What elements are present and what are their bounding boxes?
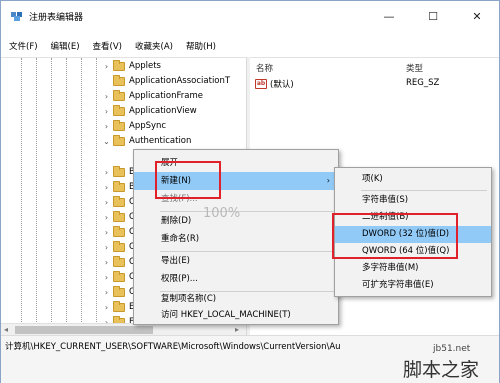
folder-icon (113, 226, 125, 237)
menu-help[interactable]: 帮助(H) (178, 39, 221, 55)
sub-key[interactable]: 项(K) (335, 171, 491, 188)
scrollbar-thumb[interactable] (15, 326, 153, 334)
folder-icon (113, 166, 125, 177)
maximize-button[interactable]: ☐ (411, 1, 455, 31)
ctx-export[interactable]: 导出(E) (134, 252, 338, 270)
value-type: REG_SZ (406, 78, 440, 88)
tree-item-label: ApplicationView (129, 106, 197, 116)
column-header-type[interactable]: 类型 (406, 62, 423, 74)
tree-item-label: ApplicationAssociationT (129, 76, 231, 86)
folder-icon (113, 60, 125, 71)
folder-icon (113, 256, 125, 267)
folder-icon (113, 135, 125, 146)
tree-guide-line (96, 58, 97, 323)
string-value-icon: ab (255, 79, 267, 89)
expand-arrow-icon[interactable]: › (102, 180, 111, 195)
expand-arrow-icon[interactable]: › (102, 255, 111, 270)
value-name[interactable]: (默认) (270, 78, 294, 90)
menu-view[interactable]: 查看(V) (85, 39, 127, 55)
menu-favorites[interactable]: 收藏夹(A) (127, 39, 178, 55)
sub-expandable-string-value[interactable]: 可扩充字符串值(E) (335, 277, 491, 294)
registry-editor-window: 注册表编辑器 — ☐ ✕ 文件(F) 编辑(E) 查看(V) 收藏夹(A) 帮助… (0, 0, 500, 383)
tree-guide-line (21, 58, 22, 323)
expand-arrow-icon[interactable]: ⌄ (102, 134, 111, 149)
expand-arrow-icon[interactable]: › (102, 104, 111, 119)
folder-icon (113, 105, 125, 116)
ctx-goto-hklm[interactable]: 访问 HKEY_LOCAL_MACHINE(T) (134, 306, 338, 324)
tree-item-label: Authentication (129, 136, 192, 146)
folder-icon (113, 75, 125, 86)
folder-icon (113, 120, 125, 131)
expand-arrow-icon[interactable]: › (102, 210, 111, 225)
highlight-box-new (155, 161, 221, 199)
tree-guide-line (51, 58, 52, 323)
expand-arrow-icon[interactable]: › (102, 119, 111, 134)
submenu-arrow-icon: › (326, 176, 330, 185)
watermark-name: 脚本之家 (403, 359, 480, 381)
close-button[interactable]: ✕ (455, 1, 499, 31)
expand-arrow-icon[interactable]: › (102, 165, 111, 180)
folder-icon (113, 286, 125, 297)
folder-icon (113, 301, 125, 312)
expand-arrow-icon[interactable]: › (102, 270, 111, 285)
expand-arrow-icon[interactable]: › (102, 195, 111, 210)
folder-icon (113, 271, 125, 282)
tree-guide-line (36, 58, 37, 323)
expand-arrow-icon[interactable]: › (102, 300, 111, 315)
tree-item-label: AppSync (129, 121, 167, 131)
folder-icon (113, 196, 125, 207)
title-bar: 注册表编辑器 — ☐ ✕ (1, 1, 499, 31)
expand-arrow-icon[interactable]: › (102, 315, 111, 323)
menu-edit[interactable]: 编辑(E) (43, 39, 85, 55)
sub-string-value[interactable]: 字符串值(S) (335, 192, 491, 209)
key-path: 计算机\HKEY_CURRENT_USER\SOFTWARE\Microsoft… (5, 342, 341, 352)
registry-app-icon (11, 12, 22, 21)
menu-divider (361, 190, 487, 191)
expand-arrow-icon[interactable]: › (102, 225, 111, 240)
folder-icon (113, 211, 125, 222)
tree-item-label: ApplicationFrame (129, 91, 203, 101)
watermark-site: jb51.net (433, 344, 471, 354)
expand-arrow-icon[interactable]: › (102, 59, 111, 74)
tree-guide-line (66, 58, 67, 323)
ctx-permissions[interactable]: 权限(P)... (134, 270, 338, 288)
tree-item-label: Applets (129, 61, 161, 71)
tree-guide-line (81, 58, 82, 323)
menu-file[interactable]: 文件(F) (1, 39, 43, 55)
expand-arrow-icon[interactable]: › (102, 285, 111, 300)
zoom-overlay: 100% (203, 206, 241, 221)
expand-arrow-icon[interactable]: › (102, 89, 111, 104)
sub-multi-string-value[interactable]: 多字符串值(M) (335, 260, 491, 277)
ctx-rename[interactable]: 重命名(R) (134, 230, 338, 248)
folder-icon (113, 241, 125, 252)
window-title: 注册表编辑器 (29, 13, 84, 23)
folder-icon (113, 90, 125, 101)
expand-arrow-icon[interactable]: › (102, 240, 111, 255)
minimize-button[interactable]: — (367, 1, 411, 31)
highlight-box-dword (332, 213, 458, 259)
menu-bar: 文件(F) 编辑(E) 查看(V) 收藏夹(A) 帮助(H) (1, 39, 221, 55)
column-header-name[interactable]: 名称 (256, 62, 273, 74)
folder-icon (113, 181, 125, 192)
